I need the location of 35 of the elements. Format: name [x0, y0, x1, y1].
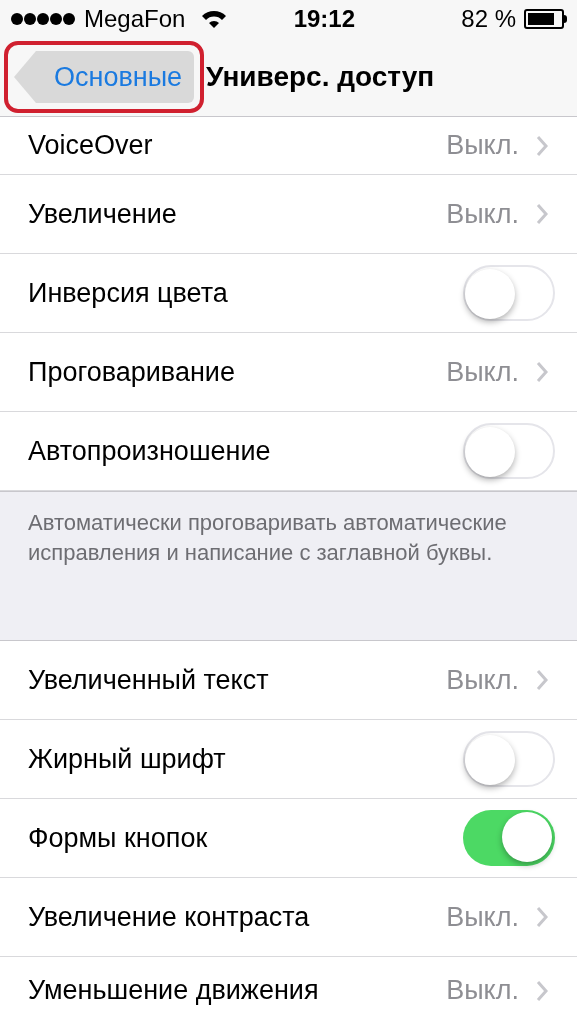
row-label: VoiceOver: [28, 129, 153, 163]
battery-percent: 82 %: [461, 4, 516, 34]
wifi-icon: [201, 9, 228, 29]
row-value: Выкл.: [446, 197, 519, 231]
row-label: Формы кнопок: [28, 821, 208, 855]
toggle-switch[interactable]: [463, 265, 555, 321]
row-label: Проговаривание: [28, 355, 235, 389]
nav-title: Универс. доступ: [206, 60, 435, 94]
row-label: Увеличение: [28, 197, 177, 231]
row-label: Автопроизношение: [28, 434, 271, 468]
row-value: Выкл.: [446, 355, 519, 389]
toggle-switch[interactable]: [463, 810, 555, 866]
toggle-switch[interactable]: [463, 731, 555, 787]
chevron-icon: [535, 202, 549, 226]
battery-icon: [524, 9, 567, 29]
row-value: Выкл.: [446, 900, 519, 934]
chevron-icon: [535, 905, 549, 929]
chevron-icon: [535, 133, 549, 158]
row-value: Выкл.: [446, 974, 519, 1008]
row-label: Инверсия цвета: [28, 276, 228, 310]
clock: 19:12: [293, 4, 356, 34]
chevron-icon: [535, 668, 549, 692]
footer-note: Автоматически проговаривать автоматические исправления и написание с заглавной буквы.: [28, 509, 508, 567]
row-label: Уменьшение движения: [28, 974, 319, 1008]
chevron-icon: [535, 978, 549, 1003]
toggle-switch[interactable]: [463, 423, 555, 479]
chevron-icon: [535, 360, 549, 384]
row-label: Увеличение контраста: [28, 900, 310, 934]
row-value: Выкл.: [446, 663, 519, 697]
row-label: Увеличенный текст: [28, 663, 269, 697]
carrier-name: MegaFon: [84, 4, 186, 34]
signal-icon: [10, 12, 76, 26]
row-label: Жирный шрифт: [28, 742, 226, 776]
back-button[interactable]: Основные: [14, 51, 195, 103]
row-value: Выкл.: [446, 129, 519, 163]
